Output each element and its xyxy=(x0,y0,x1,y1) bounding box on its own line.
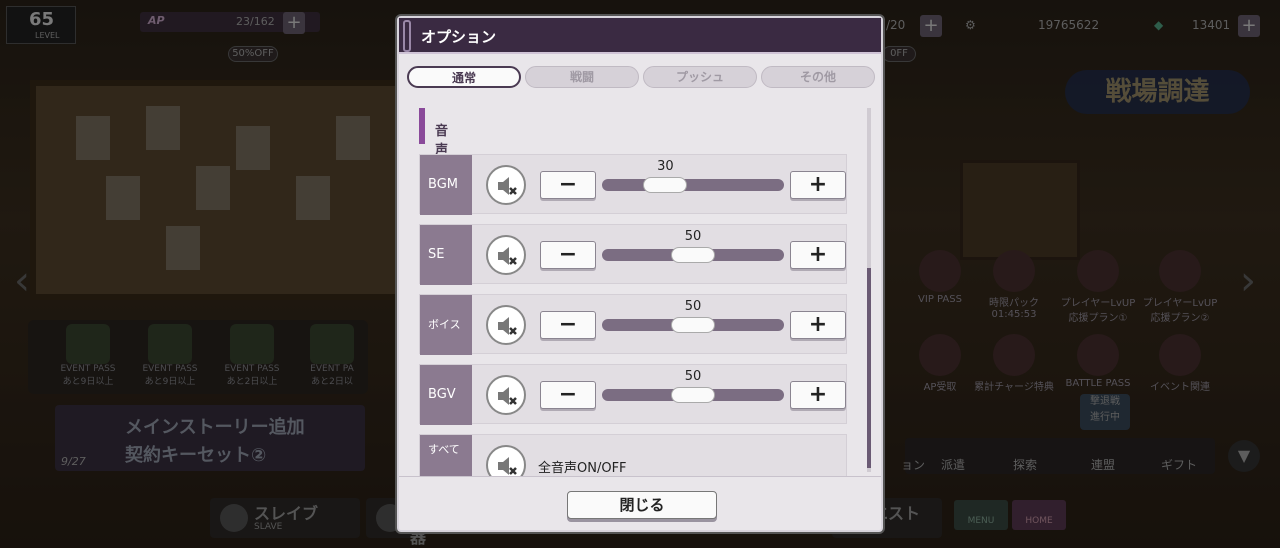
volume-decrease-button[interactable]: − xyxy=(540,381,596,409)
volume-slider-thumb[interactable] xyxy=(671,247,715,263)
mute-speaker-icon[interactable] xyxy=(486,375,526,415)
volume-increase-button[interactable]: + xyxy=(790,171,846,199)
section-accent xyxy=(419,108,425,144)
dialog-header: オプション xyxy=(399,18,881,54)
volume-decrease-button[interactable]: − xyxy=(540,241,596,269)
volume-row-bgm: BGM − 30 + xyxy=(419,154,847,215)
volume-row-se: SE − 50 + xyxy=(419,224,847,285)
volume-label: ボイス xyxy=(420,295,472,355)
volume-label: すべて xyxy=(420,435,472,476)
volume-row-bgv: BGV − 50 + xyxy=(419,364,847,425)
volume-label: SE xyxy=(420,225,472,285)
dialog-footer: 閉じる xyxy=(399,476,881,530)
volume-label: BGM xyxy=(420,155,472,215)
tab-push[interactable]: プッシュ xyxy=(643,66,757,88)
chain-icon xyxy=(403,20,411,52)
mute-speaker-icon[interactable] xyxy=(486,235,526,275)
volume-label: BGV xyxy=(420,365,472,425)
volume-row-voice: ボイス − 50 + xyxy=(419,294,847,355)
volume-value: 50 xyxy=(684,369,702,384)
volume-value: 30 xyxy=(657,159,674,174)
volume-decrease-button[interactable]: − xyxy=(540,311,596,339)
volume-value: 50 xyxy=(684,299,702,314)
tab-general[interactable]: 通常 xyxy=(407,66,521,88)
tab-battle[interactable]: 戦闘 xyxy=(525,66,639,88)
mute-all-speaker-icon[interactable] xyxy=(486,445,526,476)
volume-slider-thumb[interactable] xyxy=(643,177,688,193)
volume-slider-thumb[interactable] xyxy=(671,387,715,403)
volume-increase-button[interactable]: + xyxy=(790,241,846,269)
volume-slider-track[interactable] xyxy=(602,179,784,191)
volume-value: 50 xyxy=(684,229,702,244)
tab-other[interactable]: その他 xyxy=(761,66,875,88)
mute-all-label: 全音声ON/OFF xyxy=(538,461,627,476)
options-content[interactable]: 音声 BGM − 30 + SE − 50 + ボイス − 50 + BGV −… xyxy=(413,104,865,476)
close-button[interactable]: 閉じる xyxy=(567,491,717,519)
section-title: 音声 xyxy=(435,124,449,158)
volume-decrease-button[interactable]: − xyxy=(540,171,596,199)
scrollbar-thumb[interactable] xyxy=(867,268,871,468)
volume-increase-button[interactable]: + xyxy=(790,381,846,409)
volume-increase-button[interactable]: + xyxy=(790,311,846,339)
volume-row-all: すべて 全音声ON/OFF xyxy=(419,434,847,476)
option-tabs: 通常 戦闘 プッシュ その他 xyxy=(407,66,875,90)
volume-slider-thumb[interactable] xyxy=(671,317,715,333)
options-dialog: オプション 通常 戦闘 プッシュ その他 音声 BGM − 30 + SE − … xyxy=(397,16,883,532)
dialog-title: オプション xyxy=(421,28,497,46)
mute-speaker-icon[interactable] xyxy=(486,305,526,345)
mute-speaker-icon[interactable] xyxy=(486,165,526,205)
